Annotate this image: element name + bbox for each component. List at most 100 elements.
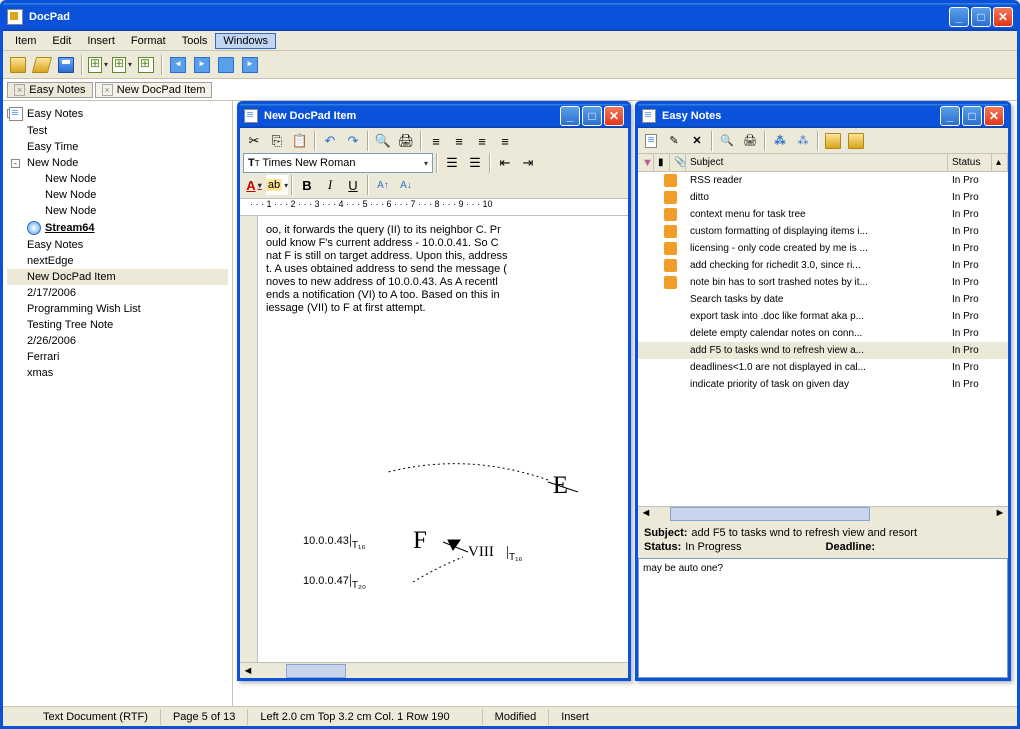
note-row[interactable]: indicate priority of task on given dayIn… [638,376,1008,393]
notes-titlebar[interactable]: Easy Notes _ □ ✕ [638,104,1008,128]
tree-button-1[interactable] [87,54,109,76]
doc-line[interactable]: t. A uses obtained address to send the m… [266,263,620,275]
redo-button[interactable]: ↷ [342,131,364,151]
menu-insert[interactable]: Insert [79,33,123,49]
document-surface[interactable]: oo, it forwards the query (II) to its ne… [258,216,628,662]
note-row[interactable]: Search tasks by dateIn Pro [638,291,1008,308]
maximize-button[interactable]: □ [971,7,991,27]
doc-tab-new-item[interactable]: ×New DocPad Item [95,82,213,98]
align-center-button[interactable]: ≡ [448,131,470,151]
copy-button[interactable]: ⎘ [266,131,288,151]
child-minimize-button[interactable]: _ [560,106,580,126]
find-note-button[interactable]: ⁂ [769,130,791,152]
tree-item[interactable]: 2/26/2006 [7,333,228,349]
doc-line[interactable]: ould know F's current address - 10.0.0.4… [266,237,620,249]
case-up-button[interactable]: A↑ [372,175,394,195]
align-justify-button[interactable]: ≡ [494,131,516,151]
font-select[interactable]: TT Times New Roman▾ [243,153,433,173]
outdent-button[interactable]: ⇤ [494,153,516,173]
undo-button[interactable]: ↶ [319,131,341,151]
menu-edit[interactable]: Edit [44,33,79,49]
nav-fwd-button[interactable] [191,54,213,76]
italic-button[interactable]: I [319,175,341,195]
numbered-list-button[interactable]: ☰ [441,153,463,173]
filter-button[interactable]: ⁂ [792,130,814,152]
menu-format[interactable]: Format [123,33,174,49]
tree-button-2[interactable] [111,54,133,76]
export-button[interactable] [845,130,867,152]
attach-col[interactable]: 📎 [670,154,686,171]
case-down-button[interactable]: A↓ [395,175,417,195]
note-row[interactable]: note bin has to sort trashed notes by it… [638,274,1008,291]
tree-item[interactable]: Stream64 [7,219,228,237]
note-row[interactable]: delete empty calendar notes on conn...In… [638,325,1008,342]
tree-item[interactable]: New Node [7,203,228,219]
font-color-button[interactable]: A [243,175,265,195]
tree-item[interactable]: +Easy Notes [7,105,228,123]
child-minimize-button[interactable]: _ [940,106,960,126]
tree-item[interactable]: New Node [7,171,228,187]
note-row[interactable]: add F5 to tasks wnd to refresh view a...… [638,342,1008,359]
close-tab-icon[interactable]: × [14,84,25,96]
tree-item[interactable]: New Node [7,187,228,203]
subject-col[interactable]: Subject [686,154,948,171]
main-titlebar[interactable]: DocPad _ □ ✕ [3,3,1017,31]
tree-item[interactable]: Easy Time [7,139,228,155]
notes-h-scrollbar[interactable]: ◄► [638,506,1008,522]
color-col[interactable]: ▮ [654,154,670,171]
child-maximize-button[interactable]: □ [962,106,982,126]
note-row[interactable]: custom formatting of displaying items i.… [638,223,1008,240]
note-row[interactable]: export task into .doc like format aka p.… [638,308,1008,325]
indent-button[interactable]: ⇥ [517,153,539,173]
note-row[interactable]: licensing - only code created by me is .… [638,240,1008,257]
menu-windows[interactable]: Windows [215,33,276,49]
editor-h-scrollbar[interactable]: ◄ [240,662,628,678]
note-row[interactable]: context menu for task treeIn Pro [638,206,1008,223]
close-tab-icon[interactable]: × [102,84,113,96]
tree-item[interactable]: -New Node [7,155,228,171]
doc-tab-easy-notes[interactable]: ×Easy Notes [7,82,93,98]
scroll-up-button[interactable]: ▴ [992,154,1008,171]
menu-item[interactable]: Item [7,33,44,49]
save-button[interactable] [55,54,77,76]
align-left-button[interactable]: ≡ [425,131,447,151]
note-row[interactable]: add checking for richedit 3.0, since ri.… [638,257,1008,274]
doc-line[interactable]: nat F is still on target address. Upon t… [266,250,620,262]
align-right-button[interactable]: ≡ [471,131,493,151]
child-close-button[interactable]: ✕ [984,106,1004,126]
tree-item[interactable]: Test [7,123,228,139]
paste-button[interactable]: 📋 [289,131,311,151]
notes-memo[interactable]: may be auto one? [638,558,1008,678]
underline-button[interactable]: U [342,175,364,195]
tree-item[interactable]: nextEdge [7,253,228,269]
docpad-titlebar[interactable]: New DocPad Item _ □ ✕ [240,104,628,128]
tree-item[interactable]: Ferrari [7,349,228,365]
tree-item[interactable]: New DocPad Item [7,269,228,285]
filter-icon[interactable]: ▼ [638,154,654,171]
notes-list[interactable]: RSS readerIn ProdittoIn Procontext menu … [638,172,1008,506]
note-row[interactable]: dittoIn Pro [638,189,1008,206]
vertical-ruler[interactable] [240,216,258,662]
doc-line[interactable]: ends a notification (VI) to A too. Based… [266,289,620,301]
folder-button[interactable] [822,130,844,152]
doc-line[interactable]: noves to new address of 10.0.0.43. As A … [266,276,620,288]
open-button[interactable] [31,54,53,76]
tree-button-3[interactable] [135,54,157,76]
preview-button[interactable]: 🔍 [716,130,738,152]
menu-tools[interactable]: Tools [174,33,216,49]
print-note-button[interactable]: 🖨 [739,130,761,152]
tree-item[interactable]: 2/17/2006 [7,285,228,301]
minimize-button[interactable]: _ [949,7,969,27]
doc-line[interactable]: iessage (VII) to F at first attempt. [266,302,620,314]
note-row[interactable]: RSS readerIn Pro [638,172,1008,189]
close-button[interactable]: ✕ [993,7,1013,27]
delete-note-button[interactable]: ✕ [686,130,708,152]
tree-toggle[interactable]: - [11,159,20,168]
blue-button-2[interactable] [239,54,261,76]
find-button[interactable]: 🔍 [372,131,394,151]
tree-item[interactable]: xmas [7,365,228,381]
tree-item[interactable]: Easy Notes [7,237,228,253]
print-button[interactable]: 🖨 [395,131,417,151]
status-col[interactable]: Status [948,154,992,171]
edit-note-button[interactable]: ✎ [663,130,685,152]
